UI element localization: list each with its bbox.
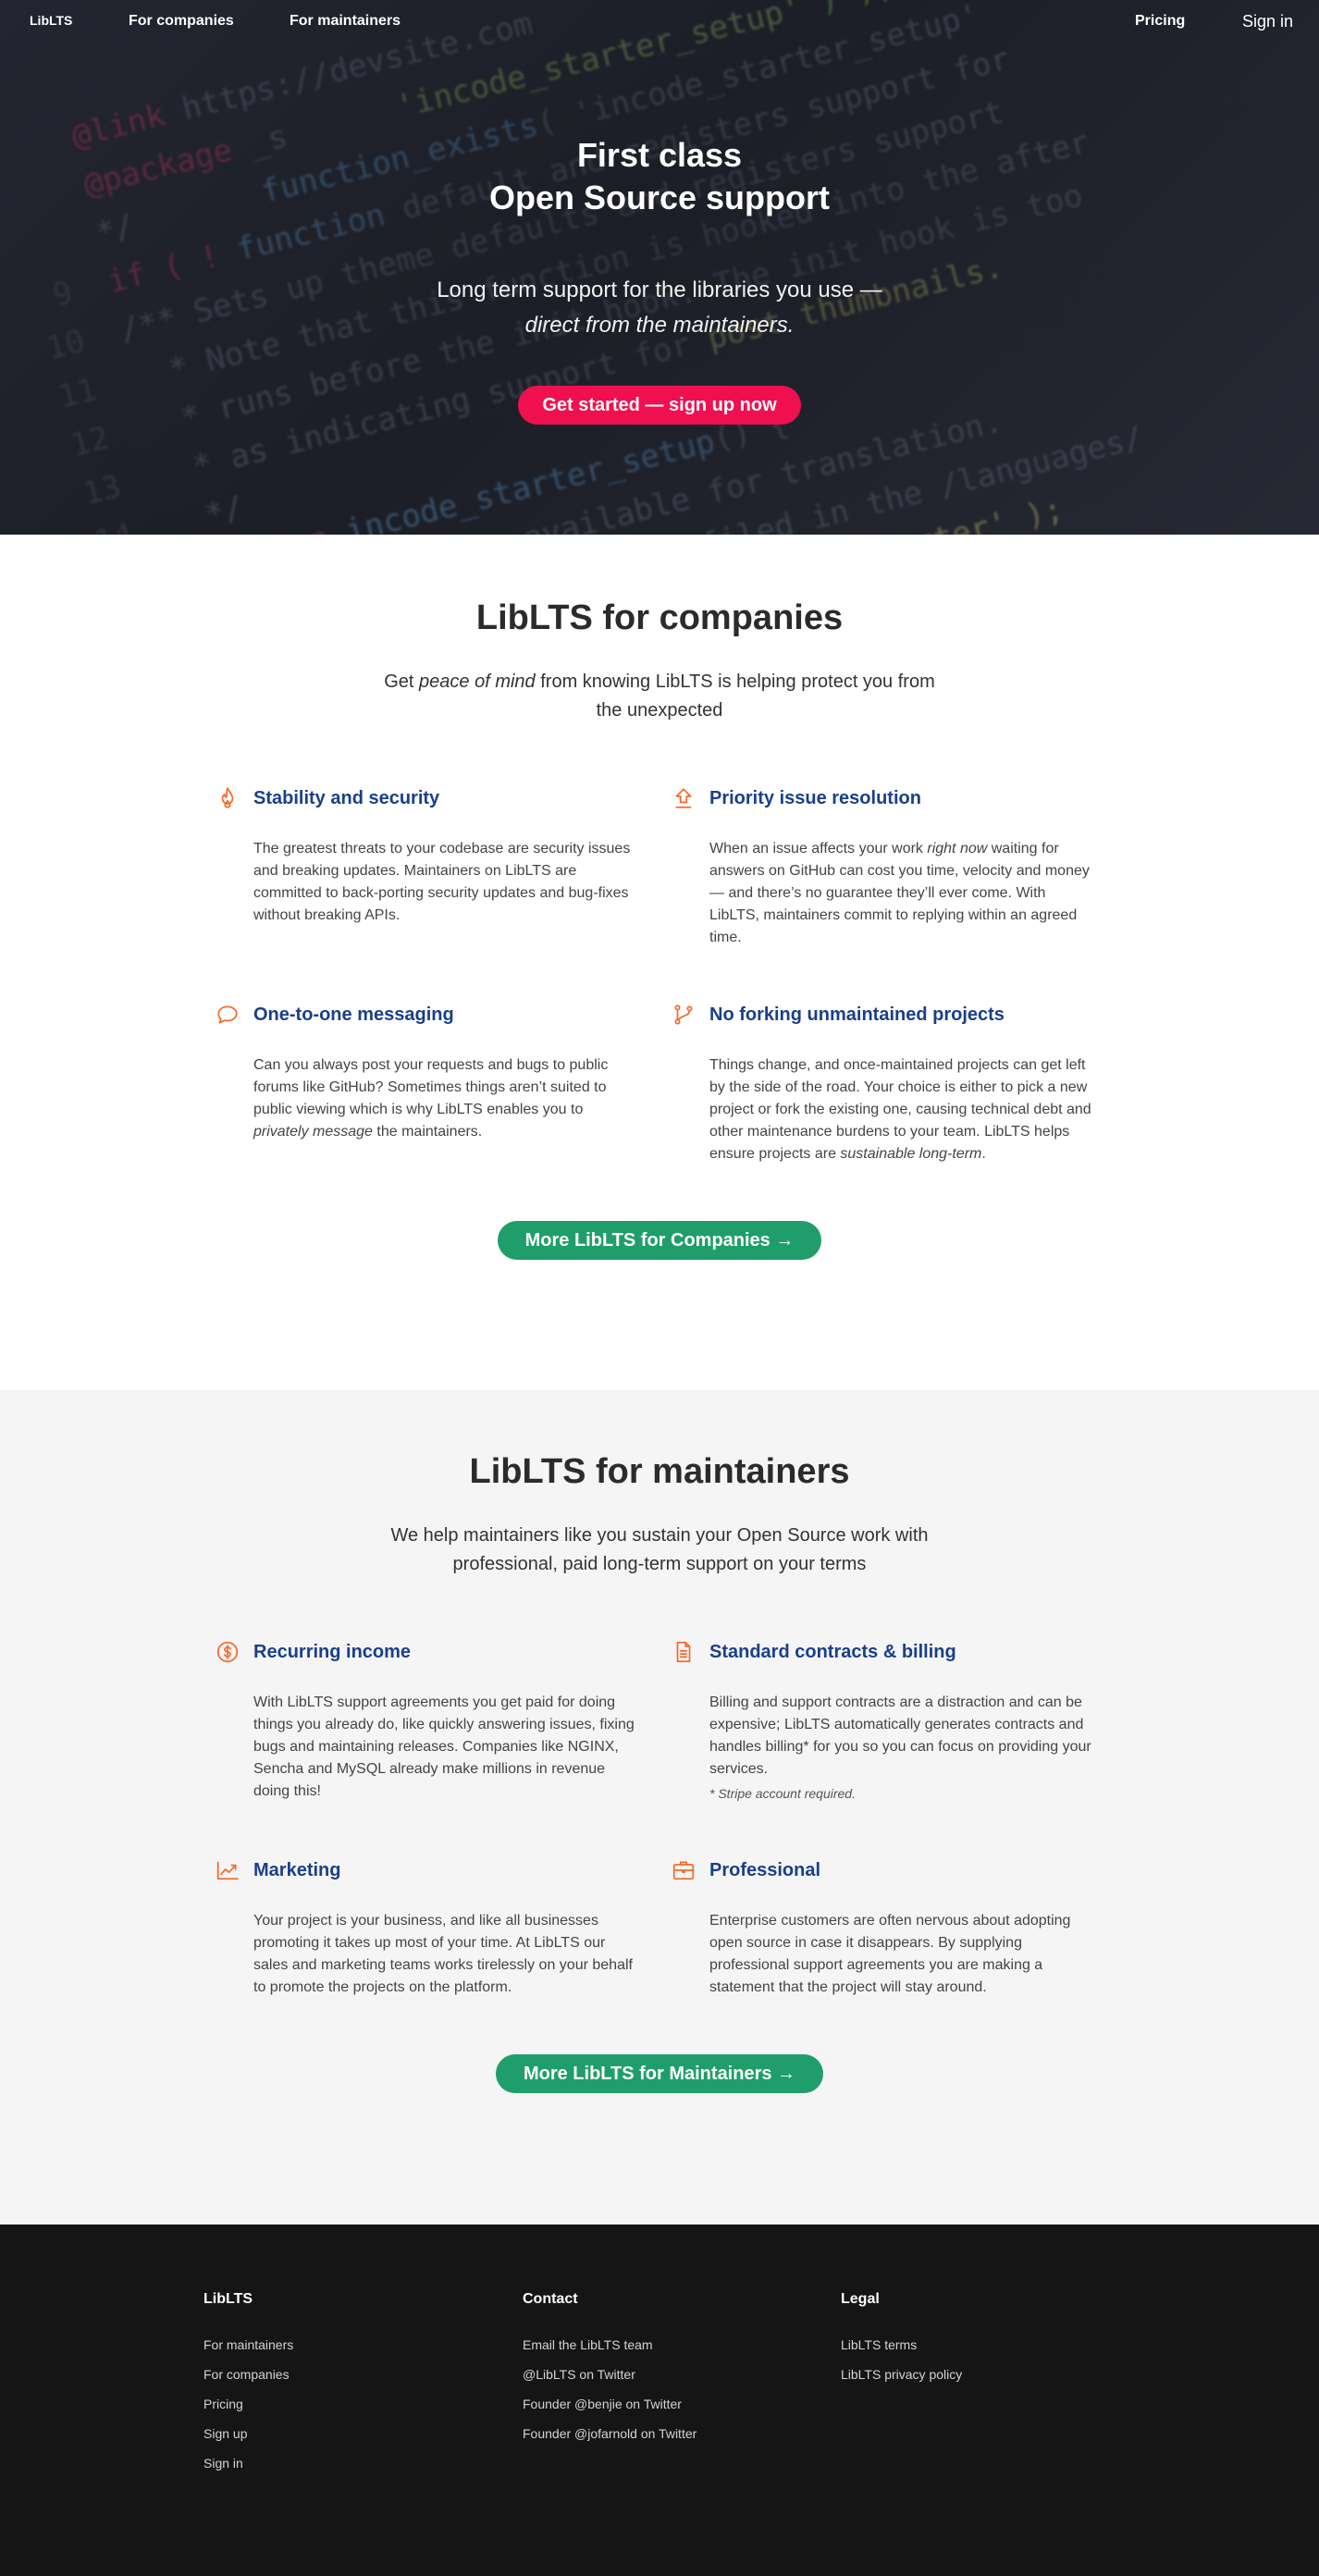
feature-one-to-one-messaging: One-to-one messaging Can you always post… xyxy=(216,1003,672,1165)
top-nav: LibLTS For companies For maintainers Pri… xyxy=(0,0,1319,44)
feature-text: Billing and support contracts are a dist… xyxy=(709,1695,1091,1777)
feature-title: Priority issue resolution xyxy=(709,788,921,808)
feature-title: Standard contracts & billing xyxy=(709,1642,956,1662)
footer-link-liblts-twitter[interactable]: @LibLTS on Twitter xyxy=(523,2360,696,2389)
flame-icon xyxy=(216,786,240,810)
feature-text: The greatest threats to your codebase ar… xyxy=(253,841,631,923)
footer-link-benjie-twitter[interactable]: Founder @benjie on Twitter xyxy=(523,2389,696,2419)
companies-section: LibLTS for companies Get peace of mind f… xyxy=(0,535,1319,1390)
footer-column-title: LibLTS xyxy=(203,2291,253,2307)
feature-title: Marketing xyxy=(253,1860,341,1880)
trending-up-icon xyxy=(216,1858,240,1882)
brand-logo-link[interactable]: LibLTS xyxy=(30,13,72,28)
feature-text: Your project is your business, and like … xyxy=(253,1913,633,1995)
feature-title: No forking unmaintained projects xyxy=(709,1005,1005,1025)
companies-lead-post: from knowing LibLTS is helping protect y… xyxy=(535,672,935,721)
feature-recurring-income: Recurring income With LibLTS support agr… xyxy=(216,1640,672,1805)
feature-text: When an issue affects your work right no… xyxy=(709,841,1090,945)
upload-icon xyxy=(672,786,696,810)
feature-title: One-to-one messaging xyxy=(253,1005,454,1025)
nav-link-companies[interactable]: For companies xyxy=(129,13,234,30)
feature-text: Enterprise customers are often nervous a… xyxy=(709,1913,1071,1995)
feature-marketing: Marketing Your project is your business,… xyxy=(216,1858,672,1999)
footer-column-liblts: LibLTS For maintainers For companies Pri… xyxy=(203,2291,293,2478)
maintainers-features: Recurring income With LibLTS support agr… xyxy=(216,1640,1103,1999)
feature-priority-issue: Priority issue resolution When an issue … xyxy=(672,786,1103,949)
footer: LibLTS For maintainers For companies Pri… xyxy=(0,2225,1319,2576)
footer-column-contact: Contact Email the LibLTS team @LibLTS on… xyxy=(523,2291,696,2448)
feature-text: Can you always post your requests and bu… xyxy=(253,1057,609,1140)
footer-link-email-team[interactable]: Email the LibLTS team xyxy=(523,2330,696,2360)
feature-title: Recurring income xyxy=(253,1642,412,1662)
hero: @link https://devsite.com @package _s 'i… xyxy=(0,0,1319,535)
nav-link-maintainers[interactable]: For maintainers xyxy=(290,13,401,30)
nav-link-sign-in[interactable]: Sign in xyxy=(1242,12,1293,31)
more-companies-button[interactable]: More LibLTS for Companies → xyxy=(497,1221,822,1260)
hero-content: First class Open Source support Long ter… xyxy=(0,134,1319,425)
briefcase-icon xyxy=(672,1858,696,1882)
feature-no-forking: No forking unmaintained projects Things … xyxy=(672,1003,1103,1165)
feature-text: Things change, and once-maintained proje… xyxy=(709,1057,1091,1162)
hero-title-line1: First class xyxy=(576,136,743,174)
feature-professional: Professional Enterprise customers are of… xyxy=(672,1858,1103,1999)
feature-title: Stability and security xyxy=(253,788,440,808)
footer-link-sign-in[interactable]: Sign in xyxy=(203,2448,293,2478)
footer-link-for-maintainers[interactable]: For maintainers xyxy=(203,2330,293,2360)
footer-link-privacy[interactable]: LibLTS privacy policy xyxy=(841,2360,962,2389)
hero-title: First class Open Source support xyxy=(0,134,1319,219)
footer-link-pricing[interactable]: Pricing xyxy=(203,2389,293,2419)
maintainers-lead: We help maintainers like you sustain you… xyxy=(390,1525,929,1574)
document-icon xyxy=(672,1640,696,1664)
companies-features: Stability and security The greatest thre… xyxy=(216,786,1103,1165)
footer-link-for-companies[interactable]: For companies xyxy=(203,2360,293,2389)
feature-title: Professional xyxy=(709,1860,821,1880)
feature-stability-security: Stability and security The greatest thre… xyxy=(216,786,672,949)
footer-link-sign-up[interactable]: Sign up xyxy=(203,2419,293,2448)
hero-subtitle: Long term support for the libraries you … xyxy=(0,273,1319,343)
footer-column-title: Contact xyxy=(523,2291,578,2307)
companies-lead-pre: Get xyxy=(384,672,420,692)
nav-link-pricing[interactable]: Pricing xyxy=(1135,13,1185,30)
companies-lead: Get peace of mind from knowing LibLTS is… xyxy=(373,668,946,725)
feature-contracts-billing: Standard contracts & billing Billing and… xyxy=(672,1640,1103,1805)
feature-text: With LibLTS support agreements you get p… xyxy=(253,1695,635,1799)
hero-subtitle-line2: direct from the maintainers. xyxy=(524,313,795,338)
footer-column-legal: Legal LibLTS terms LibLTS privacy policy xyxy=(841,2291,962,2389)
footer-link-jofarnold-twitter[interactable]: Founder @jofarnold on Twitter xyxy=(523,2419,696,2448)
dollar-icon xyxy=(216,1640,240,1664)
footer-link-terms[interactable]: LibLTS terms xyxy=(841,2330,962,2360)
footer-column-title: Legal xyxy=(841,2291,880,2307)
hero-subtitle-line1: Long term support for the libraries you … xyxy=(437,277,882,302)
companies-lead-emphasis: peace of mind xyxy=(419,672,536,692)
hero-title-line2: Open Source support xyxy=(488,179,831,216)
more-maintainers-button[interactable]: More LibLTS for Maintainers → xyxy=(495,2054,824,2093)
chat-bubble-icon xyxy=(216,1003,240,1027)
git-branch-icon xyxy=(672,1003,696,1027)
maintainers-section-title: LibLTS for maintainers xyxy=(469,1452,850,1491)
companies-section-title: LibLTS for companies xyxy=(475,598,844,637)
signup-cta-button[interactable]: Get started — sign up now xyxy=(518,386,801,425)
maintainers-section: LibLTS for maintainers We help maintaine… xyxy=(0,1390,1319,2225)
feature-footnote: * Stripe account required. xyxy=(709,1786,856,1801)
